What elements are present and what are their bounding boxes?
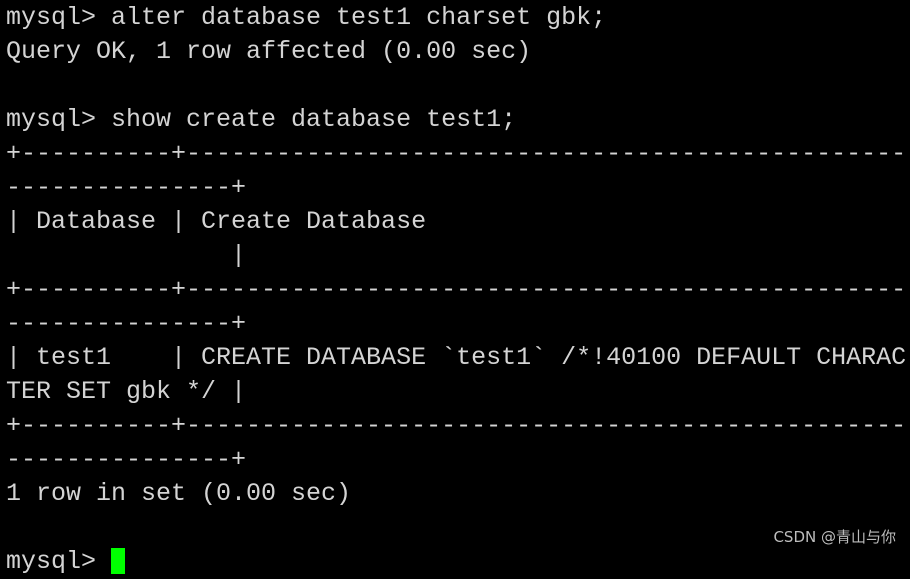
terminal-output[interactable]: mysql> alter database test1 charset gbk;… xyxy=(6,1,906,579)
cursor xyxy=(111,548,126,574)
watermark: CSDN @青山与你 xyxy=(773,528,896,546)
terminal-line: +----------+----------------------------… xyxy=(6,139,907,168)
terminal-line: ---------------+ xyxy=(6,309,247,338)
terminal-line: ---------------+ xyxy=(6,173,247,202)
prompt: mysql> xyxy=(6,547,112,576)
terminal-line: | xyxy=(6,241,247,270)
terminal-line: +----------+----------------------------… xyxy=(6,275,907,304)
terminal-line: | Database | Create Database xyxy=(6,207,427,236)
terminal-line: 1 row in set (0.00 sec) xyxy=(6,479,352,508)
terminal-line: Query OK, 1 row affected (0.00 sec) xyxy=(6,37,532,66)
terminal-line: | test1 | CREATE DATABASE `test1` /*!401… xyxy=(6,343,907,372)
terminal-line: mysql> alter database test1 charset gbk; xyxy=(6,3,607,32)
terminal-line: mysql> show create database test1; xyxy=(6,105,517,134)
terminal-line: ---------------+ xyxy=(6,445,247,474)
prompt-line[interactable]: mysql> xyxy=(6,545,906,579)
terminal-line: +----------+----------------------------… xyxy=(6,411,907,440)
terminal-line: TER SET gbk */ | xyxy=(6,377,247,406)
